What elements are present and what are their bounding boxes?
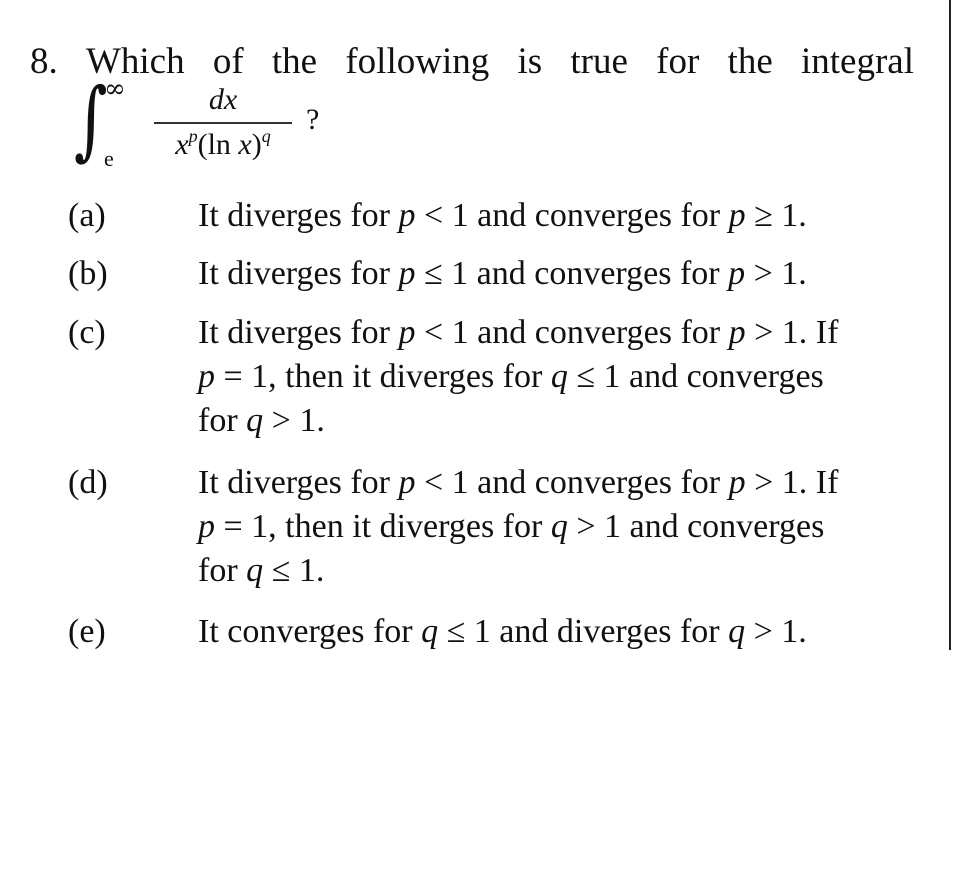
option-text: It diverges for p ≤ 1 and converges for … (198, 252, 914, 296)
math-variable: q (421, 613, 439, 650)
math-variable: p (398, 197, 416, 234)
option-label: (d) (68, 464, 108, 501)
option-label: (e) (68, 613, 106, 650)
fraction-denominator: xp(ln x)q (154, 127, 292, 163)
option-line: It diverges for p ≤ 1 and converges for … (198, 255, 807, 292)
option-text: It diverges for p < 1 and converges for … (198, 461, 914, 593)
math-variable: p (398, 314, 416, 351)
title-word: the (271, 41, 318, 82)
title-word: is (517, 41, 543, 82)
option-line: It converges for q ≤ 1 and diverges for … (198, 613, 807, 650)
math-variable: p (198, 358, 215, 395)
option-label: (a) (68, 197, 106, 234)
math-variable: p (728, 314, 746, 351)
option-line: for q ≤ 1. (198, 552, 325, 589)
option-line: It diverges for p < 1 and converges for … (198, 197, 807, 234)
math-variable: p (728, 255, 746, 292)
math-variable: q (550, 508, 568, 545)
math-variable: q (728, 613, 746, 650)
option-line: p = 1, then it diverges for q ≤ 1 and co… (198, 358, 824, 395)
question-title: 8. Which of the following is true for th… (30, 40, 914, 84)
option-line: p = 1, then it diverges for q > 1 and co… (198, 508, 825, 545)
math-variable: q (550, 358, 568, 395)
math-variable: q (246, 402, 264, 439)
option-label: (c) (68, 314, 106, 351)
fraction-numerator: dx (208, 83, 238, 116)
math-variable: p (728, 464, 746, 501)
integral-sign: ∫ (74, 70, 108, 170)
option-line: It diverges for p < 1 and converges for … (198, 314, 839, 351)
option-label: (b) (68, 255, 108, 292)
integral-expression: ∫ ∞ e dx xp(ln x)q ? (70, 70, 350, 180)
title-word: true (570, 41, 628, 82)
integrand-fraction: dx xp(ln x)q (154, 82, 292, 163)
option-line: It diverges for p < 1 and converges for … (198, 464, 839, 501)
fraction-bar (154, 122, 292, 124)
den-log-var: x (238, 128, 252, 161)
math-variable: p (398, 255, 416, 292)
den-base-exponent: p (188, 126, 198, 146)
den-log-exponent: q (261, 126, 271, 146)
math-variable: p (728, 197, 746, 234)
title-word: integral (800, 41, 914, 82)
option-text: It diverges for p < 1 and converges for … (198, 194, 914, 238)
den-log-close: ) (251, 128, 262, 161)
integral-upper-limit: ∞ (104, 74, 126, 104)
title-word: the (727, 41, 773, 82)
den-base: x (175, 128, 189, 161)
title-word: for (656, 41, 700, 82)
math-variable: q (246, 552, 264, 589)
question-number: 8. (30, 41, 58, 82)
math-variable: p (398, 464, 416, 501)
question-mark: ? (306, 103, 320, 136)
option-line: for q > 1. (198, 402, 325, 439)
option-text: It diverges for p < 1 and converges for … (198, 311, 914, 443)
den-log-open: (ln (197, 128, 239, 161)
title-word: following (345, 41, 490, 82)
integral-lower-limit: e (104, 146, 114, 171)
option-text: It converges for q ≤ 1 and diverges for … (198, 610, 914, 654)
math-variable: p (198, 508, 215, 545)
title-word: of (212, 41, 244, 82)
page-right-border (949, 0, 951, 650)
